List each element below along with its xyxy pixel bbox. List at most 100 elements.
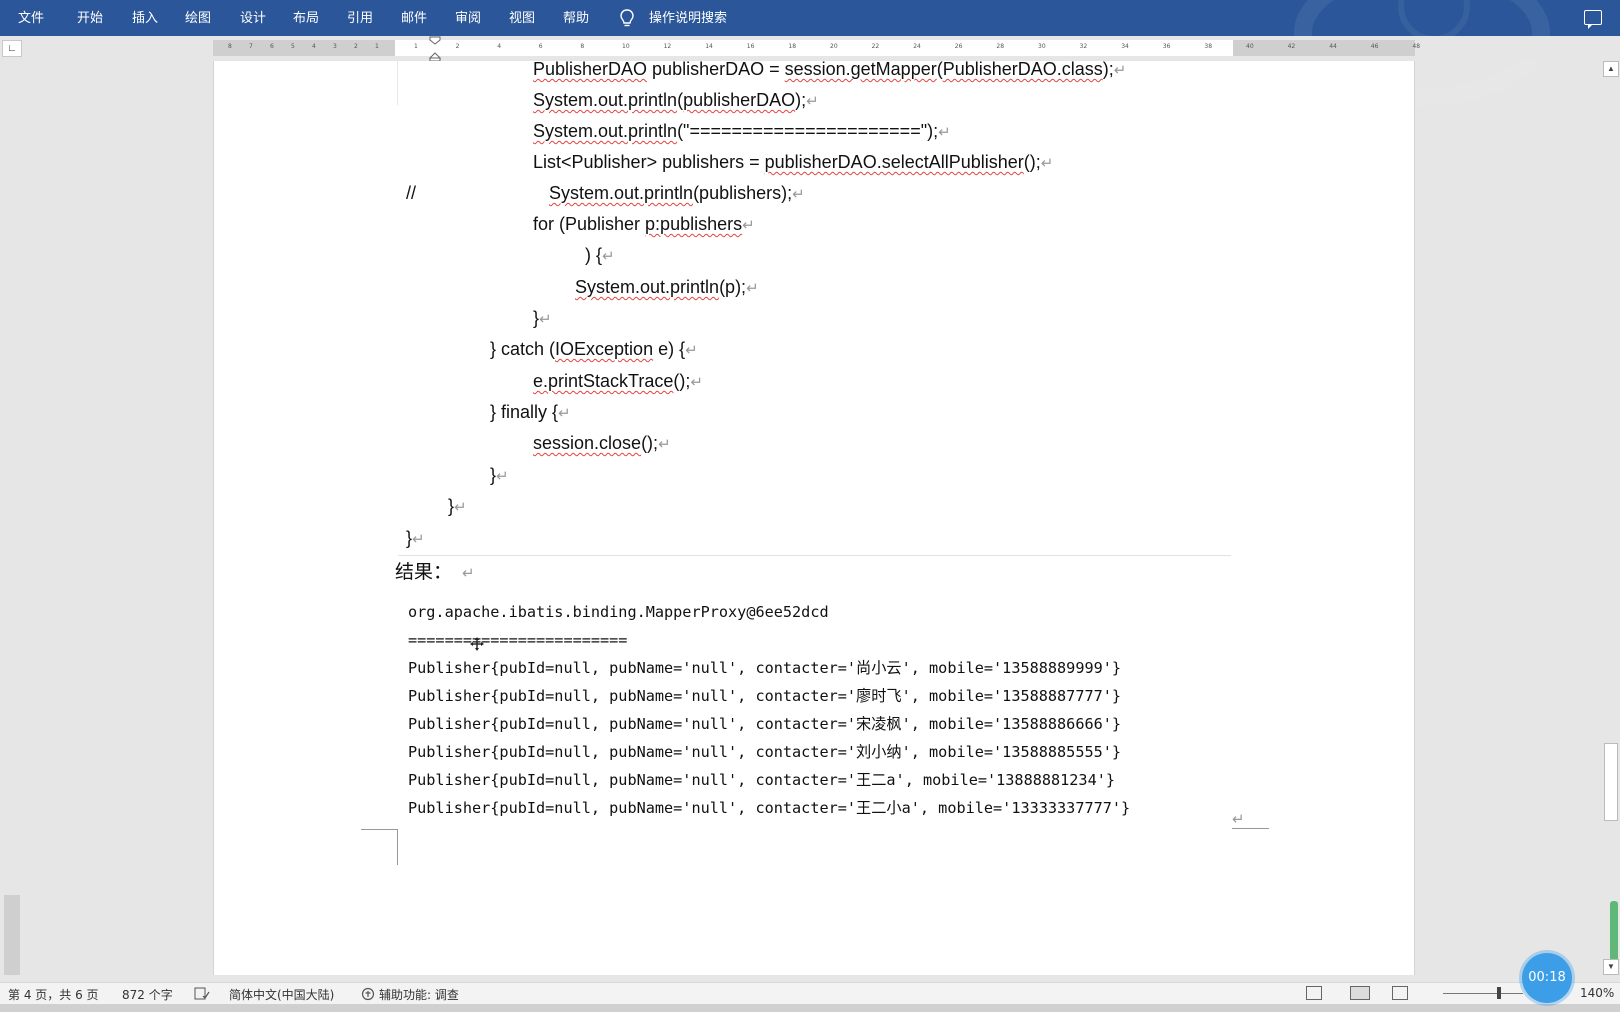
ruler-tick-label: 28 bbox=[996, 43, 1005, 50]
ruler-tick-label: 7 bbox=[249, 43, 253, 50]
code-token: ); bbox=[795, 90, 807, 110]
language[interactable]: 简体中文(中国大陆) bbox=[229, 986, 334, 1003]
code-token: session.close bbox=[533, 433, 642, 453]
tab-draw[interactable]: 绘图 bbox=[185, 0, 211, 36]
page-count[interactable]: 第 4 页，共 6 页 bbox=[8, 986, 99, 1003]
ruler-tick-label: 42 bbox=[1287, 43, 1296, 50]
tab-file[interactable]: 文件 bbox=[18, 0, 44, 36]
tab-selector[interactable]: ∟ bbox=[2, 40, 22, 57]
output-line-2[interactable]: ======================== bbox=[408, 630, 627, 650]
read-mode-icon[interactable] bbox=[1306, 986, 1322, 1000]
ruler-tick-label: 14 bbox=[705, 43, 713, 50]
result-label-text: 结果： bbox=[395, 561, 453, 583]
code-line-4[interactable]: List<Publisher> publishers = publisherDA… bbox=[533, 151, 1053, 175]
document-page[interactable] bbox=[213, 61, 1415, 975]
ruler-tick-label: 44 bbox=[1329, 43, 1337, 50]
page-break-line bbox=[398, 555, 1231, 556]
code-token: List<Publisher> publishers = bbox=[533, 152, 765, 172]
code-token: } finally { bbox=[490, 402, 559, 422]
margin-mark-bottom-left-v bbox=[397, 829, 398, 865]
ruler-tick-label: 5 bbox=[291, 43, 295, 50]
ruler-tick-label: 32 bbox=[1079, 43, 1088, 50]
zoom-slider-thumb[interactable] bbox=[1497, 987, 1501, 999]
code-line-2[interactable]: System.out.println(publisherDAO);↵ bbox=[533, 89, 819, 113]
ruler-tick-label: 2 bbox=[455, 43, 460, 50]
recording-timer[interactable]: 00:18 bbox=[1522, 953, 1572, 1003]
indent-marker[interactable] bbox=[429, 36, 441, 62]
output-line-7[interactable]: Publisher{pubId=null, pubName='null', co… bbox=[408, 770, 1115, 790]
paragraph-mark: ↵ bbox=[454, 499, 467, 516]
code-token: System.out.println bbox=[533, 121, 678, 141]
tab-help[interactable]: 帮助 bbox=[563, 0, 589, 36]
tab-insert[interactable]: 插入 bbox=[132, 0, 158, 36]
tab-layout[interactable]: 布局 bbox=[293, 0, 319, 36]
code-line-3[interactable]: System.out.println("====================… bbox=[533, 120, 951, 144]
lightbulb-icon bbox=[620, 9, 634, 27]
tab-review[interactable]: 审阅 bbox=[455, 0, 481, 36]
output-line-1[interactable]: org.apache.ibatis.binding.MapperProxy@6e… bbox=[408, 602, 829, 622]
output-line-4[interactable]: Publisher{pubId=null, pubName='null', co… bbox=[408, 686, 1121, 706]
tab-view[interactable]: 视图 bbox=[509, 0, 535, 36]
horizontal-ruler-text-area bbox=[395, 40, 1233, 56]
ruler-tick-label: 4 bbox=[497, 43, 502, 50]
zoom-slider[interactable] bbox=[1443, 993, 1523, 994]
code-line-9[interactable]: }↵ bbox=[533, 307, 552, 331]
ruler-tick-label: 46 bbox=[1370, 43, 1379, 50]
code-token: (p); bbox=[719, 277, 747, 297]
web-layout-icon[interactable] bbox=[1392, 986, 1408, 1000]
ruler-tick-label: 30 bbox=[1038, 43, 1046, 50]
paragraph-mark: ↵ bbox=[558, 405, 571, 422]
code-line-1[interactable]: PublisherDAO publisherDAO = session.getM… bbox=[533, 58, 1126, 82]
tell-me-search[interactable]: 操作说明搜索 bbox=[649, 0, 727, 36]
paragraph-mark: ↵ bbox=[602, 248, 615, 265]
accessibility-icon[interactable] bbox=[361, 987, 375, 1001]
code-line-14[interactable]: }↵ bbox=[490, 464, 509, 488]
comment-icon[interactable] bbox=[1584, 10, 1602, 29]
tab-home[interactable]: 开始 bbox=[77, 0, 103, 36]
tab-design[interactable]: 设计 bbox=[240, 0, 266, 36]
print-layout-icon[interactable] bbox=[1350, 986, 1370, 1000]
code-line-15[interactable]: }↵ bbox=[448, 495, 467, 519]
paragraph-mark: ↵ bbox=[792, 186, 805, 203]
tab-mailings[interactable]: 邮件 bbox=[401, 0, 427, 36]
vertical-scrollbar[interactable]: ▲ ▼ bbox=[1602, 61, 1620, 975]
ruler-tick-label: 18 bbox=[788, 43, 797, 50]
ruler-tick-label: 34 bbox=[1121, 43, 1129, 50]
code-line-5[interactable]: System.out.println(publishers);↵ bbox=[549, 182, 805, 206]
scrollbar-thumb[interactable] bbox=[1604, 743, 1618, 821]
code-token: (); bbox=[673, 371, 691, 391]
output-line-8[interactable]: Publisher{pubId=null, pubName='null', co… bbox=[408, 798, 1130, 818]
output-line-5[interactable]: Publisher{pubId=null, pubName='null', co… bbox=[408, 714, 1121, 734]
scroll-up-icon[interactable]: ▲ bbox=[1603, 61, 1619, 77]
ruler-tick-label: 4 bbox=[312, 43, 316, 50]
code-line-11[interactable]: e.printStackTrace();↵ bbox=[533, 370, 703, 394]
ruler-tick-label: 1 bbox=[414, 43, 418, 50]
code-line-7[interactable]: ) {↵ bbox=[585, 244, 615, 268]
code-comment-marker[interactable]: // bbox=[406, 182, 416, 204]
output-line-6[interactable]: Publisher{pubId=null, pubName='null', co… bbox=[408, 742, 1121, 762]
vertical-ruler[interactable] bbox=[4, 895, 20, 975]
code-line-6[interactable]: for (Publisher p:publishers↵ bbox=[533, 213, 755, 237]
accessibility-status[interactable]: 辅助功能: 调查 bbox=[379, 986, 459, 1003]
ruler-tick-label: 38 bbox=[1204, 43, 1213, 50]
scroll-down-icon[interactable]: ▼ bbox=[1603, 959, 1619, 975]
code-line-12[interactable]: } finally {↵ bbox=[490, 401, 571, 425]
code-token: (publishers); bbox=[693, 183, 793, 203]
result-label[interactable]: 结果： ↵ bbox=[395, 561, 475, 584]
code-line-10[interactable]: } catch (IOException e) {↵ bbox=[490, 338, 698, 362]
word-count[interactable]: 872 个字 bbox=[122, 986, 173, 1003]
taskbar-strip bbox=[0, 1004, 1620, 1012]
code-token: PublisherDAO.class bbox=[942, 59, 1103, 79]
tab-references[interactable]: 引用 bbox=[347, 0, 373, 36]
spell-check-icon[interactable] bbox=[194, 987, 210, 1000]
code-token: (); bbox=[641, 433, 659, 453]
code-line-16[interactable]: }↵ bbox=[406, 527, 425, 551]
output-line-3[interactable]: Publisher{pubId=null, pubName='null', co… bbox=[408, 658, 1121, 678]
zoom-level[interactable]: 140% bbox=[1580, 986, 1614, 1000]
code-token: e) { bbox=[653, 339, 686, 359]
code-token: System.out.println bbox=[549, 183, 694, 203]
status-bar: 第 4 页，共 6 页 872 个字 简体中文(中国大陆) 辅助功能: 调查 1… bbox=[0, 982, 1620, 1005]
ruler-tick-label: 24 bbox=[913, 43, 921, 50]
code-line-8[interactable]: System.out.println(p);↵ bbox=[575, 276, 759, 300]
code-line-13[interactable]: session.close();↵ bbox=[533, 432, 671, 456]
